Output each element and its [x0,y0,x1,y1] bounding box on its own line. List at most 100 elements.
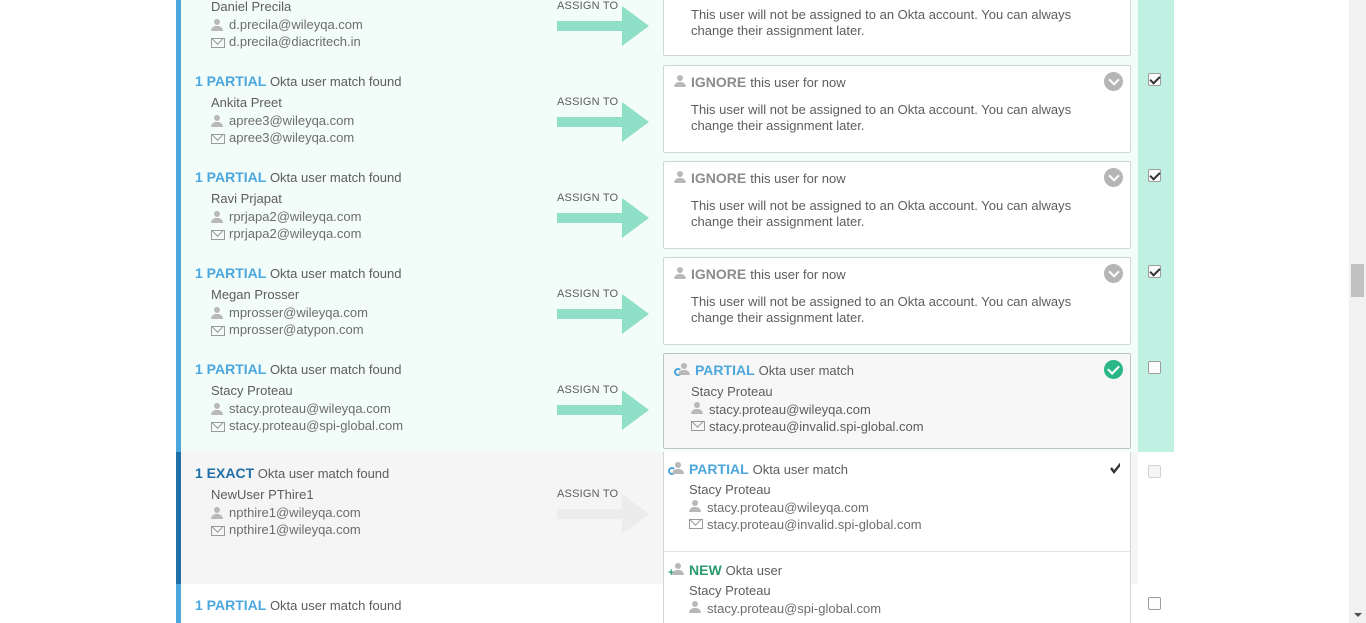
match-status: 1 EXACT Okta user match found [195,465,390,481]
match-indicator-bar [176,584,181,623]
assignment-card[interactable]: IGNORE this user for now This user will … [663,161,1131,249]
match-indicator-bar [176,348,181,452]
match-indicator-bar [176,252,181,348]
user-email: rprjapa2@wileyqa.com [211,226,361,241]
user-row: 1 PARTIAL Okta user match found Ravi Prj… [176,156,1138,252]
option-heading: PARTIAL Okta user match [668,461,848,477]
user-row: Daniel Precila d.precila@wileyqa.com d.p… [176,0,1138,60]
mail-icon [211,229,225,240]
mail-icon [689,519,703,529]
match-indicator-bar [176,0,181,60]
user-icon [211,210,223,223]
assignment-select[interactable]: PARTIAL Okta user match Stacy Proteau st… [663,353,1131,449]
user-login: mprosser@wileyqa.com [211,305,368,320]
arrow-right-icon [557,6,649,46]
option-user-login: stacy.proteau@wileyqa.com [689,500,869,515]
scrollbar-thumb[interactable] [1351,264,1364,297]
card-user-email: stacy.proteau@invalid.spi-global.com [691,419,1111,435]
user-icon [211,18,223,31]
option-heading: + NEW Okta user [668,562,783,579]
row-checkbox[interactable] [1148,361,1161,374]
card-heading: IGNORE this user for now [674,266,846,282]
user-icon [211,402,223,415]
match-indicator-bar [176,452,181,584]
user-email: npthire1@wileyqa.com [211,522,361,537]
user-name: Stacy Proteau [211,383,293,398]
partial-match-user-icon [674,363,690,377]
arrow-right-icon [557,494,649,534]
user-name: Ankita Preet [211,95,282,110]
user-icon [674,266,686,279]
match-indicator-bar [176,60,181,156]
arrow-right-icon [557,102,649,142]
user-icon [674,170,686,183]
scroll-down-arrow-icon[interactable] [1354,613,1362,617]
user-login: npthire1@wileyqa.com [211,505,361,520]
user-row: 1 PARTIAL Okta user match found Ankita P… [176,60,1138,156]
option-user-name: Stacy Proteau [689,482,771,497]
card-description: This user will not be assigned to an Okt… [691,102,1072,133]
mail-icon [211,133,225,144]
new-user-icon: + [668,563,684,579]
card-description: This user will not be assigned to an Okt… [691,198,1072,229]
match-status: 1 PARTIAL Okta user match found [195,597,402,613]
user-login: d.precila@wileyqa.com [211,17,363,32]
card-heading: IGNORE this user for now [674,74,846,90]
card-description: This user will not be assigned to an Okt… [691,7,1072,38]
user-icon [674,74,686,87]
card-heading: PARTIAL Okta user match [674,362,854,378]
user-email: apree3@wileyqa.com [211,130,354,145]
card-user-login: stacy.proteau@wileyqa.com [691,402,1111,418]
mail-icon [211,37,225,48]
arrow-right-icon [557,390,649,430]
arrow-right-icon [557,294,649,334]
user-icon [211,506,223,519]
user-name: Daniel Precila [211,0,292,14]
row-checkbox[interactable] [1148,465,1161,478]
user-icon [689,601,701,613]
dropdown-option-partial[interactable]: PARTIAL Okta user match Stacy Proteau st… [664,452,1130,551]
row-checkbox[interactable] [1148,73,1161,86]
user-email: d.precila@diacritech.in [211,34,361,49]
user-email: stacy.proteau@spi-global.com [211,418,403,433]
option-user-email: stacy.proteau@invalid.spi-global.com [689,517,922,532]
row-checkbox[interactable] [1148,169,1161,182]
dropdown-option-new[interactable]: + NEW Okta user Stacy Proteau stacy.prot… [664,552,1130,623]
user-icon [211,114,223,127]
user-assignment-page: Daniel Precila d.precila@wileyqa.com d.p… [0,0,1366,623]
user-name: NewUser PThire1 [211,487,314,502]
user-icon [211,306,223,319]
mail-icon [211,525,225,536]
assignment-dropdown-list: PARTIAL Okta user match Stacy Proteau st… [663,452,1131,623]
row-checkbox[interactable] [1148,597,1161,610]
user-row: 1 PARTIAL Okta user match found Megan Pr… [176,252,1138,348]
assignment-card[interactable]: This user will not be assigned to an Okt… [663,0,1131,56]
checkmark-icon [1110,462,1120,474]
user-email: mprosser@atypon.com [211,322,364,337]
match-status: 1 PARTIAL Okta user match found [195,169,402,185]
user-row: 1 PARTIAL Okta user match found Stacy Pr… [176,348,1138,452]
match-status: 1 PARTIAL Okta user match found [195,361,402,377]
user-name: Megan Prosser [211,287,300,302]
match-status: 1 PARTIAL Okta user match found [195,265,402,281]
row-checkbox[interactable] [1148,265,1161,278]
user-login: stacy.proteau@wileyqa.com [211,401,391,416]
chevron-down-icon[interactable] [1104,72,1123,91]
chevron-down-icon[interactable] [1104,168,1123,187]
arrow-right-icon [557,198,649,238]
mail-icon [211,421,225,432]
card-heading: IGNORE this user for now [674,170,846,186]
chevron-up-icon[interactable] [1104,360,1123,379]
card-description: This user will not be assigned to an Okt… [691,294,1072,325]
assignment-card[interactable]: IGNORE this user for now This user will … [663,65,1131,153]
user-icon [689,500,701,512]
checkbox-column-background [1138,0,1174,452]
chevron-down-icon[interactable] [1104,264,1123,283]
card-user-name: Stacy Proteau [691,384,773,399]
match-indicator-bar [176,156,181,252]
page-scrollbar[interactable] [1349,0,1366,623]
assignment-card[interactable]: IGNORE this user for now This user will … [663,257,1131,345]
user-icon [691,402,703,414]
user-name: Ravi Prjapat [211,191,282,206]
match-status: 1 PARTIAL Okta user match found [195,73,402,89]
